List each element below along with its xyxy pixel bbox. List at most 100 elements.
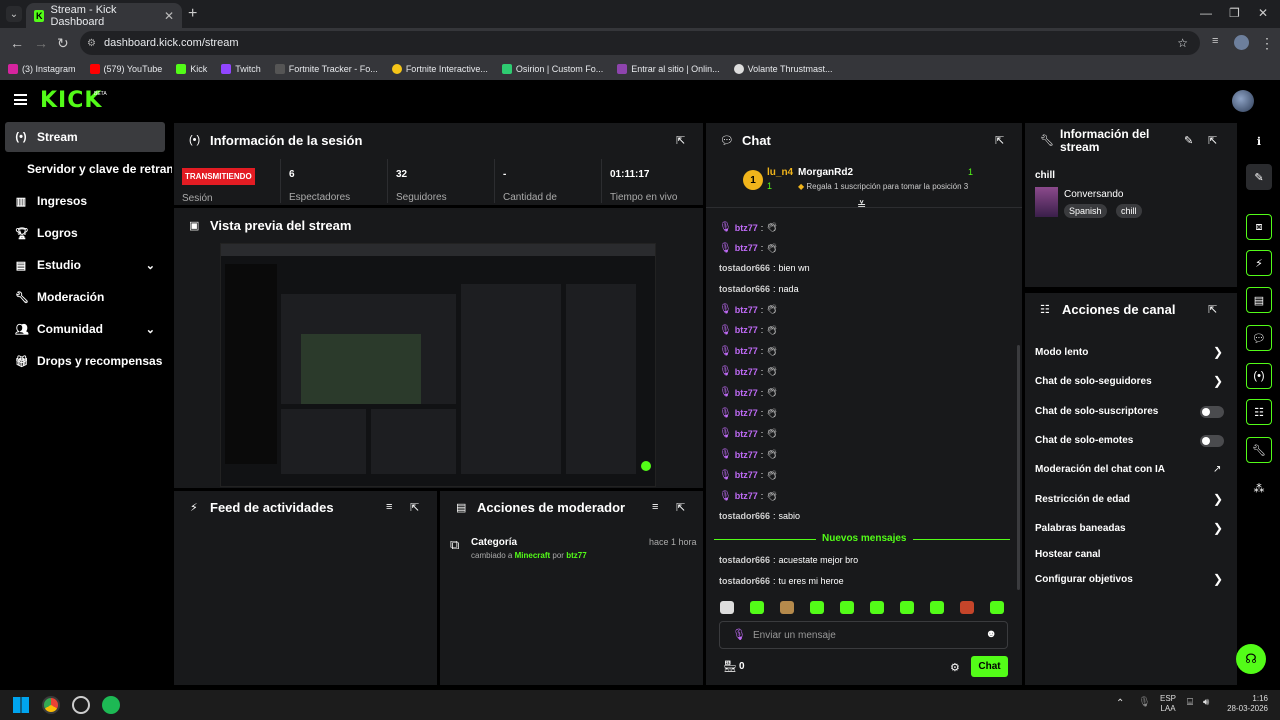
mod-item-game-link[interactable]: Minecraft [515,551,551,560]
emoji-picker-icon[interactable]: ☻ [985,628,997,640]
tray-chevron-icon[interactable]: ⌃ [1116,698,1124,709]
chat-username[interactable]: btz77 [735,408,758,418]
back-icon[interactable]: ← [10,35,24,51]
chat-username[interactable]: btz77 [735,346,758,356]
chrome-icon[interactable] [42,696,60,714]
gift-sub-prompt[interactable]: ◆ Regala 1 suscripción para tomar la pos… [798,182,968,191]
chat-settings-icon[interactable]: ⚙ [950,661,960,674]
chat-username[interactable]: btz77 [735,470,758,480]
bookmark-twitch[interactable]: Twitch [221,64,261,74]
popout-icon[interactable]: ⇱ [676,501,685,514]
obs-icon[interactable] [72,696,90,714]
bookmark-volante[interactable]: Volante Thrustmast... [733,64,832,74]
emote-icon[interactable] [870,601,884,614]
menu-icon[interactable] [14,94,27,105]
chat-username[interactable]: btz77 [735,429,758,439]
channel-action-7[interactable]: Hostear canal [1035,549,1101,560]
chat-username[interactable]: tostador666 [719,511,770,521]
sidebar-item-estudio[interactable]: ▤ Estudio ⌄ [5,250,165,280]
sidebar-item-drops[interactable]: 🎁︎ Drops y recompensas [5,346,165,376]
top-gifter-2[interactable]: MorganRd2 [798,167,853,178]
bookmark-entrar[interactable]: Entrar al sitio | Onlin... [617,64,720,74]
chat-username[interactable]: btz77 [735,367,758,377]
sliders-icon[interactable]: ☷ [1246,399,1272,425]
forward-icon[interactable]: → [34,35,48,51]
chevron-down-icon[interactable]: ≚ [857,199,866,212]
camera-icon[interactable]: ⧈ [1246,214,1272,240]
toggle-switch[interactable] [1200,406,1224,418]
store-icon[interactable]: 🏪︎ [723,660,737,673]
reload-icon[interactable]: ↻ [57,35,69,52]
tab-search-button[interactable]: ⌄ [6,6,22,22]
chat-username[interactable]: btz77 [735,243,758,253]
channel-action-2[interactable]: Chat de solo-suscriptores [1035,406,1158,417]
chevron-right-icon[interactable]: ❯ [1213,492,1223,506]
bookmark-fortnite-tracker[interactable]: Fortnite Tracker - Fo... [274,64,378,74]
emote-icon[interactable] [720,601,734,614]
channel-action-6[interactable]: Palabras baneadas [1035,523,1126,534]
send-chat-button[interactable]: Chat [971,656,1008,677]
wrench-icon[interactable]: 🔧︎ [1246,437,1272,463]
sidebar-item-stream[interactable]: (•) Stream [5,122,165,152]
bookmark-fortnite-interactive[interactable]: Fortnite Interactive... [391,64,488,74]
chat-username[interactable]: btz77 [735,450,758,460]
bookmark-youtube[interactable]: (579) YouTube [89,64,162,74]
broadcast-icon[interactable]: (•) [1246,363,1272,389]
emote-icon[interactable] [960,601,974,614]
chat-username[interactable]: tostador666 [719,284,770,294]
emote-icon[interactable] [750,601,764,614]
document-icon[interactable]: ▤ [1246,287,1272,313]
chevron-right-icon[interactable]: ❯ [1213,345,1223,359]
filter-icon[interactable]: ≡ [652,501,658,513]
popout-icon[interactable]: ⇱ [1208,134,1217,147]
edit-icon[interactable]: ✎ [1246,164,1272,190]
clock[interactable]: 1:16 28-03-2026 [1222,694,1268,714]
restore-icon[interactable]: ❐ [1229,6,1240,20]
browser-tab[interactable]: K Stream - Kick Dashboard ✕ [26,3,182,28]
bookmark-star-icon[interactable]: ☆ [1177,36,1188,50]
profile-avatar[interactable] [1234,35,1249,50]
emote-icon[interactable] [930,601,944,614]
minimize-icon[interactable]: — [1200,6,1212,20]
popout-icon[interactable]: ⇱ [1208,303,1217,316]
chat-username[interactable]: btz77 [735,388,758,398]
filter-icon[interactable]: ≡ [386,501,392,513]
sidebar-item-comunidad[interactable]: 👥︎ Comunidad ⌄ [5,314,165,344]
sidebar-item-ingresos[interactable]: ▥ Ingresos [5,186,165,216]
sidebar-item-moderacion[interactable]: 🔧︎ Moderación [5,282,165,312]
chat-bubble-icon[interactable]: 💬︎ [1246,325,1272,351]
channel-action-5[interactable]: Restricción de edad [1035,494,1130,505]
bookmark-kick[interactable]: Kick [176,64,207,74]
chat-username[interactable]: tostador666 [719,263,770,273]
volume-icon[interactable]: 🔊︎ [1203,697,1209,708]
toggle-switch[interactable] [1200,435,1224,447]
chat-username[interactable]: btz77 [735,491,758,501]
channel-action-1[interactable]: Chat de solo-seguidores [1035,376,1152,387]
bookmark-instagram[interactable]: (3) Instagram [8,64,76,74]
popout-icon[interactable]: ⇱ [995,134,1004,147]
chevron-right-icon[interactable]: ❯ [1213,374,1223,388]
language-indicator[interactable]: ESP LAA [1160,694,1176,714]
site-info-icon[interactable]: ⚙ [87,38,96,49]
info-icon[interactable]: ℹ [1246,128,1272,154]
popout-icon[interactable]: ⇱ [676,134,685,147]
chevron-right-icon[interactable]: ❯ [1213,521,1223,535]
support-headset-icon[interactable]: ☊ [1236,644,1266,674]
emote-icon[interactable] [810,601,824,614]
bookmark-osirion[interactable]: Osirion | Custom Fo... [501,64,603,74]
stream-preview-video[interactable] [220,243,656,487]
chat-scrollbar[interactable] [1017,345,1020,590]
emote-icon[interactable] [900,601,914,614]
top-gifter-1[interactable]: lu_n4 [767,167,793,178]
external-link-icon[interactable]: ↗ [1213,464,1221,475]
widgets-icon[interactable]: ⁂ [1246,475,1272,501]
chat-input[interactable]: 🎙︎ Enviar un mensaje ☻ [719,621,1008,649]
edit-icon[interactable]: ✎ [1184,134,1193,147]
close-tab-icon[interactable]: ✕ [164,9,174,23]
media-icon[interactable]: ≡ [1212,35,1218,47]
mod-item-user-link[interactable]: btz77 [566,551,586,560]
bolt-icon[interactable]: ⚡︎ [1246,250,1272,276]
windows-start-icon[interactable] [13,697,29,713]
sidebar-item-server-key[interactable]: Servidor y clave de retransmisión [17,154,172,184]
chat-username[interactable]: btz77 [735,223,758,233]
